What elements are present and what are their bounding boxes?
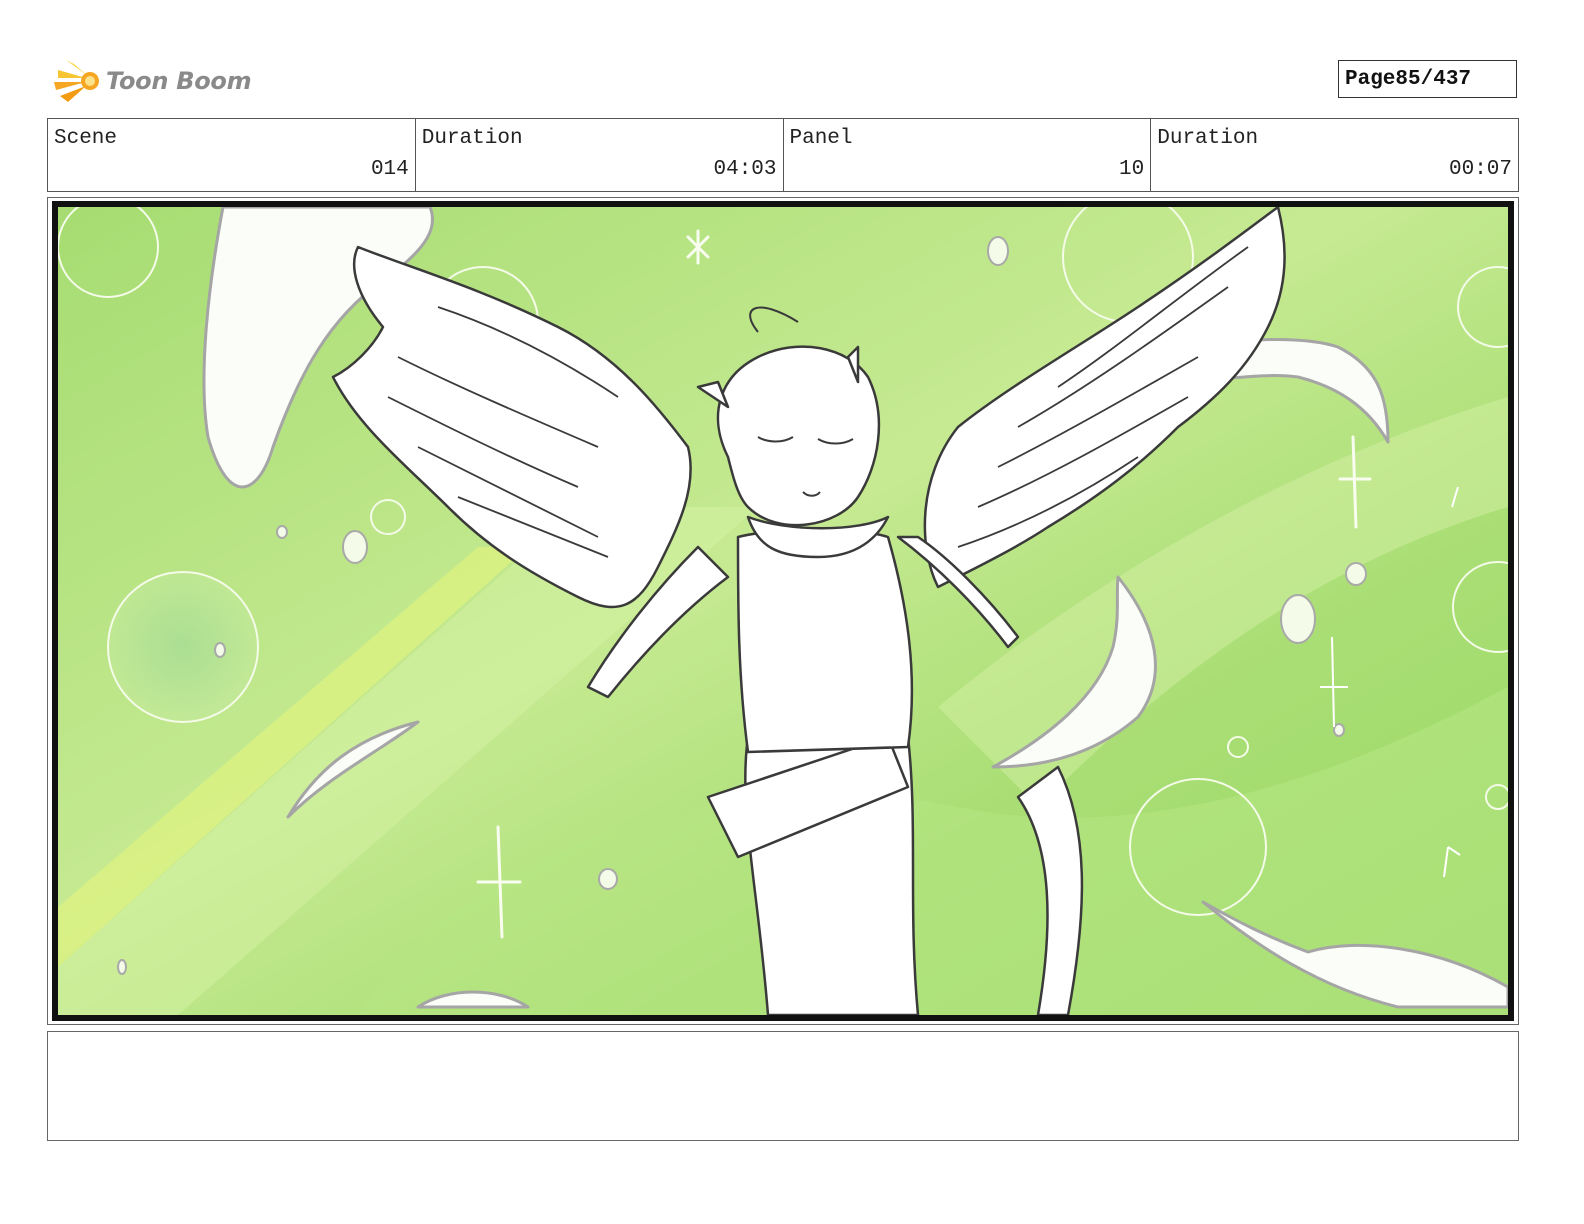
panel-duration-label: Duration <box>1157 127 1259 150</box>
panel-artwork <box>52 201 1514 1021</box>
scene-duration-cell: Duration 04:03 <box>416 119 784 191</box>
panel-cell: Panel 10 <box>784 119 1152 191</box>
panel-info-row: Scene 014 Duration 04:03 Panel 10 Durati… <box>47 118 1519 192</box>
logo-text: Toon Boom <box>106 67 252 95</box>
scene-label: Scene <box>54 127 118 150</box>
scene-value: 014 <box>370 158 409 181</box>
panel-value: 10 <box>1119 158 1145 181</box>
scene-cell: Scene 014 <box>48 119 416 191</box>
scene-duration-value: 04:03 <box>713 158 777 181</box>
page-number: 85/437 <box>1395 67 1472 91</box>
starburst-swoosh-icon <box>54 60 99 102</box>
angel-cat-sketch-image <box>58 207 1508 1015</box>
panel-duration-cell: Duration 00:07 <box>1151 119 1518 191</box>
page-indicator: Page 85/437 <box>1338 60 1517 98</box>
scene-duration-label: Duration <box>421 127 523 150</box>
panel-duration-value: 00:07 <box>1448 158 1512 181</box>
panel-notes <box>47 1031 1519 1141</box>
toon-boom-logo: Toon Boom <box>52 56 252 106</box>
page-label: Page <box>1345 67 1396 91</box>
panel-label: Panel <box>789 127 853 150</box>
